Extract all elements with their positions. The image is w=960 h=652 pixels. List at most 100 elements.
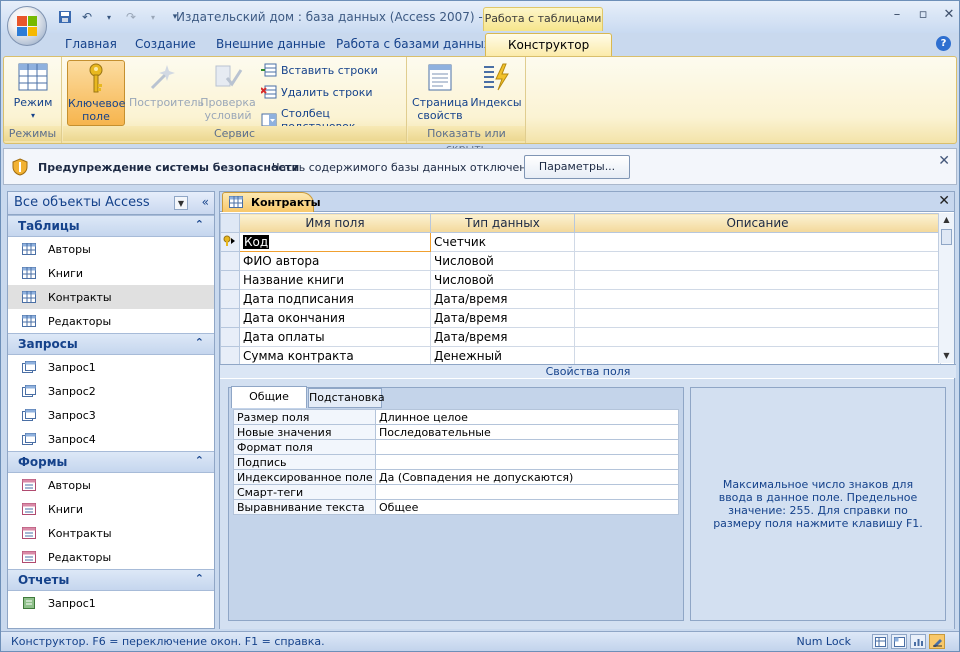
property-sheet-button[interactable]: Страница свойств [412, 60, 468, 126]
row-selector[interactable] [220, 308, 240, 328]
save-icon[interactable] [57, 9, 73, 25]
security-options-button[interactable]: Параметры... [524, 155, 630, 179]
table-row[interactable]: Дата окончания Дата/время [220, 308, 941, 328]
scroll-up-icon[interactable]: ▲ [939, 213, 954, 227]
row-selector[interactable] [220, 251, 240, 271]
close-icon[interactable]: ✕ [943, 7, 955, 22]
row-selector[interactable] [220, 327, 240, 347]
view-mode-button[interactable]: Режим ▾ [6, 60, 60, 126]
design-view-icon[interactable] [929, 634, 945, 649]
table-row[interactable]: Дата оплаты Дата/время [220, 327, 941, 347]
property-row[interactable]: Подпись [233, 454, 679, 470]
field-name-cell[interactable]: Дата подписания [239, 289, 431, 309]
field-name-cell[interactable]: ФИО автора [239, 251, 431, 271]
nav-item-form[interactable]: Редакторы [8, 545, 214, 569]
shutter-bar-collapse-icon[interactable]: « [202, 195, 209, 209]
field-name-cell[interactable]: Сумма контракта [239, 346, 431, 366]
help-icon[interactable]: ? [936, 36, 951, 51]
table-row[interactable]: Сумма контракта Денежный [220, 346, 941, 366]
tab-general[interactable]: Общие [231, 386, 307, 408]
nav-item-table[interactable]: Редакторы [8, 309, 214, 333]
table-row[interactable]: Название книги Числовой [220, 270, 941, 290]
grid-vertical-scrollbar[interactable]: ▲ ▼ [938, 213, 954, 363]
table-row[interactable]: Дата подписания Дата/время [220, 289, 941, 309]
nav-category-forms[interactable]: Формы ⌃ [8, 451, 214, 473]
nav-item-table[interactable]: Авторы [8, 237, 214, 261]
field-name-cell[interactable]: Дата окончания [239, 308, 431, 328]
field-name-cell[interactable]: Дата оплаты [239, 327, 431, 347]
tab-database-tools[interactable]: Работа с базами данных [336, 37, 491, 51]
property-value[interactable] [375, 439, 679, 455]
redo-icon[interactable]: ↷ [123, 9, 139, 25]
property-value[interactable] [375, 454, 679, 470]
data-type-cell[interactable]: Счетчик [430, 232, 575, 252]
nav-item-query[interactable]: Запрос3 [8, 403, 214, 427]
collapse-chevron-icon[interactable]: ⌃ [195, 454, 204, 467]
nav-menu-dropdown-icon[interactable]: ▼ [174, 196, 188, 210]
nav-item-form[interactable]: Авторы [8, 473, 214, 497]
nav-item-report[interactable]: Запрос1 [8, 591, 214, 615]
builder-button[interactable]: Построитель [129, 60, 204, 126]
pivot-table-view-icon[interactable] [891, 634, 907, 649]
data-type-cell[interactable]: Денежный [430, 346, 575, 366]
document-tab-contracts[interactable]: Контракты [222, 192, 321, 212]
tab-external-data[interactable]: Внешние данные [216, 37, 325, 51]
collapse-chevron-icon[interactable]: ⌃ [195, 218, 204, 231]
redo-dropdown-icon[interactable]: ▾ [145, 9, 161, 25]
description-cell[interactable] [574, 270, 941, 290]
nav-category-reports[interactable]: Отчеты ⌃ [8, 569, 214, 591]
property-row[interactable]: Формат поля [233, 439, 679, 455]
nav-item-query[interactable]: Запрос4 [8, 427, 214, 451]
property-row[interactable]: Новые значения Последовательные [233, 424, 679, 440]
table-row[interactable]: ФИО автора Числовой [220, 251, 941, 271]
undo-dropdown-icon[interactable]: ▾ [101, 9, 117, 25]
data-type-cell[interactable]: Дата/время [430, 327, 575, 347]
description-cell[interactable] [574, 289, 941, 309]
nav-item-query[interactable]: Запрос1 [8, 355, 214, 379]
description-cell[interactable] [574, 327, 941, 347]
description-cell[interactable] [574, 232, 941, 252]
row-selector[interactable] [220, 232, 240, 252]
nav-category-tables[interactable]: Таблицы ⌃ [8, 215, 214, 237]
tab-design[interactable]: Конструктор [485, 33, 613, 57]
pivot-chart-view-icon[interactable] [910, 634, 926, 649]
grid-corner[interactable] [220, 213, 240, 233]
nav-item-table[interactable]: Книги [8, 261, 214, 285]
field-name-cell[interactable]: Название книги [239, 270, 431, 290]
row-selector[interactable] [220, 346, 240, 366]
description-cell[interactable] [574, 251, 941, 271]
restore-icon[interactable]: ▫ [917, 7, 929, 22]
row-selector[interactable] [220, 289, 240, 309]
collapse-chevron-icon[interactable]: ⌃ [195, 336, 204, 349]
indexes-button[interactable]: Индексы [470, 60, 522, 126]
data-type-cell[interactable]: Числовой [430, 270, 575, 290]
tab-lookup[interactable]: Подстановка [308, 388, 385, 408]
description-cell[interactable] [574, 346, 941, 366]
property-value[interactable]: Общее [375, 499, 679, 515]
table-row[interactable]: Код Счетчик [220, 232, 941, 252]
tab-create[interactable]: Создание [135, 37, 196, 51]
nav-item-table-selected[interactable]: Контракты [8, 285, 214, 309]
scroll-down-icon[interactable]: ▼ [939, 349, 954, 363]
property-row[interactable]: Смарт-теги [233, 484, 679, 500]
property-value[interactable] [375, 484, 679, 500]
nav-item-form[interactable]: Книги [8, 497, 214, 521]
field-name-cell[interactable]: Код [243, 235, 270, 249]
data-type-cell[interactable]: Дата/время [430, 308, 575, 328]
property-value[interactable]: Длинное целое [375, 409, 679, 425]
insert-rows-button[interactable]: Вставить строки [261, 63, 378, 77]
nav-item-form[interactable]: Контракты [8, 521, 214, 545]
delete-rows-button[interactable]: Удалить строки [261, 85, 373, 99]
close-document-icon[interactable]: ✕ [938, 193, 950, 209]
description-cell[interactable] [574, 308, 941, 328]
property-row[interactable]: Индексированное поле Да (Совпадения не до… [233, 469, 679, 485]
property-value[interactable]: Последовательные [375, 424, 679, 440]
data-type-cell[interactable]: Числовой [430, 251, 575, 271]
property-row[interactable]: Размер поля Длинное целое [233, 409, 679, 425]
undo-icon[interactable]: ↶ [79, 9, 95, 25]
office-button[interactable] [7, 6, 47, 46]
tab-home[interactable]: Главная [65, 37, 117, 51]
nav-category-queries[interactable]: Запросы ⌃ [8, 333, 214, 355]
data-type-cell[interactable]: Дата/время [430, 289, 575, 309]
property-value[interactable]: Да (Совпадения не допускаются) [375, 469, 679, 485]
